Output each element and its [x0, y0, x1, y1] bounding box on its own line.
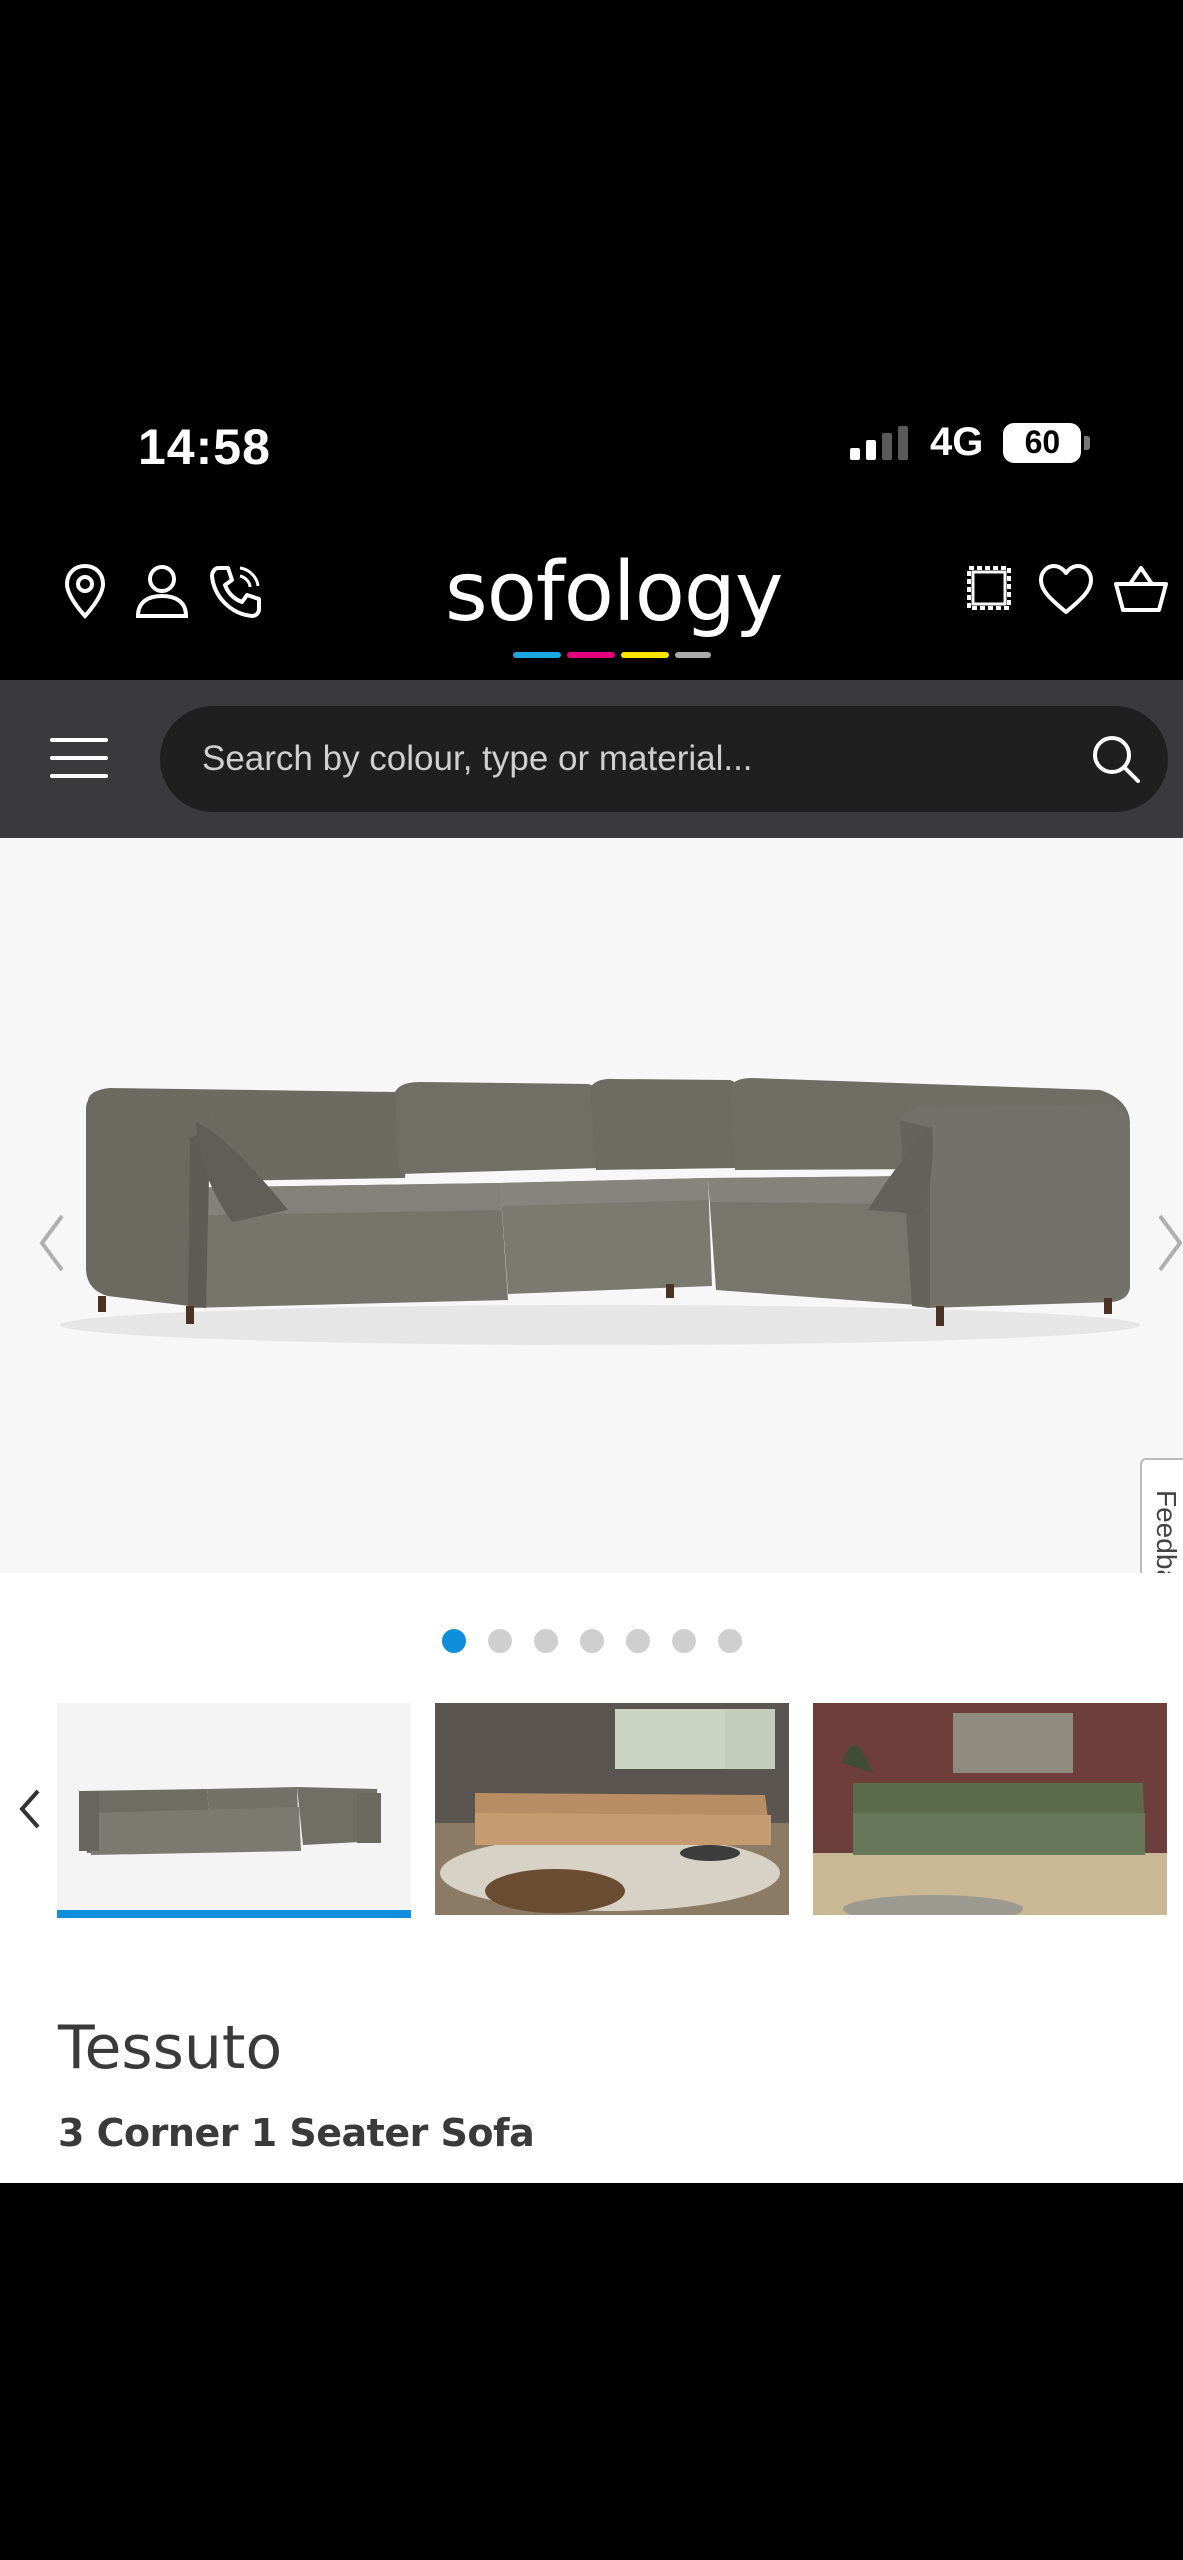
- battery-icon: 60: [1003, 422, 1091, 463]
- carousel-dot[interactable]: [671, 1629, 696, 1653]
- cellular-signal-icon: [850, 425, 908, 460]
- search-icon[interactable]: [1088, 731, 1144, 787]
- carousel-pagination: [0, 1629, 1183, 1653]
- heart-icon[interactable]: [1037, 562, 1095, 616]
- search-field: [160, 706, 1168, 812]
- location-pin-icon[interactable]: [60, 562, 110, 620]
- logo-stripes: [513, 652, 711, 658]
- thumbnail-2[interactable]: [435, 1703, 789, 1915]
- previous-image-arrow-icon[interactable]: [32, 1208, 72, 1278]
- status-indicators: 4G 60: [850, 420, 1091, 465]
- network-type: 4G: [930, 420, 984, 464]
- product-name: Tessuto: [58, 2013, 283, 2083]
- sofology-logo[interactable]: sofology: [445, 552, 785, 658]
- thumbnail-strip: [0, 1703, 1183, 1923]
- carousel-dot[interactable]: [579, 1629, 604, 1653]
- account-icon[interactable]: [134, 562, 190, 620]
- search-input[interactable]: [202, 706, 1062, 812]
- status-time: 14:58: [138, 419, 271, 475]
- search-bar: [0, 680, 1183, 838]
- battery-level: 60: [1003, 422, 1082, 463]
- feedback-tab[interactable]: Feedback: [1140, 1458, 1183, 1573]
- basket-icon[interactable]: [1112, 562, 1170, 616]
- carousel-dot[interactable]: [717, 1629, 742, 1653]
- sofa-main-image: [60, 1078, 1140, 1345]
- thumbnail-prev-arrow-icon[interactable]: [16, 1785, 44, 1833]
- product-subtitle: 3 Corner 1 Seater Sofa: [58, 2111, 535, 2155]
- next-image-arrow-icon[interactable]: [1150, 1208, 1183, 1278]
- carousel-dot[interactable]: [441, 1629, 466, 1653]
- thumbnail-1[interactable]: [57, 1703, 411, 1915]
- site-header: sofology: [0, 522, 1183, 680]
- thumbnail-3[interactable]: [813, 1703, 1167, 1915]
- carousel-dot[interactable]: [487, 1629, 512, 1653]
- active-thumbnail-indicator: [57, 1910, 411, 1918]
- product-image-carousel[interactable]: Feedback: [0, 838, 1183, 1573]
- status-bar: 14:58 4G 60: [0, 372, 1183, 522]
- menu-icon[interactable]: [50, 738, 108, 778]
- carousel-dot[interactable]: [625, 1629, 650, 1653]
- product-details: Tessuto 3 Corner 1 Seater Sofa: [0, 1573, 1183, 2183]
- swatch-icon[interactable]: [963, 562, 1015, 614]
- phone-icon[interactable]: [206, 562, 264, 620]
- carousel-dot[interactable]: [533, 1629, 558, 1653]
